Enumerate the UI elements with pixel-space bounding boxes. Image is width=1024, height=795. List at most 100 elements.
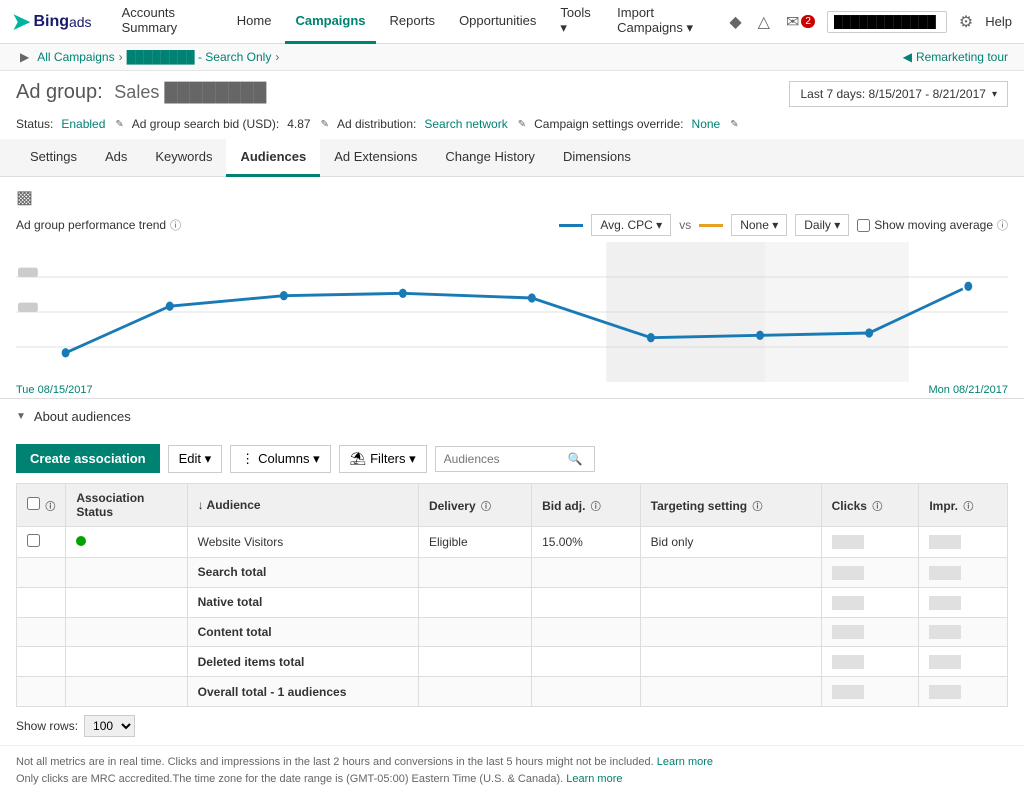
settings-override-value[interactable]: None: [692, 117, 721, 131]
breadcrumb-bar: ▶ All Campaigns › ████████ - Search Only…: [0, 44, 1024, 71]
table-row: Website Visitors Eligible 15.00% Bid onl…: [17, 527, 1008, 558]
date-picker[interactable]: Last 7 days: 8/15/2017 - 8/21/2017 ▾: [789, 81, 1008, 107]
filter-icon: ⛱: [350, 451, 367, 467]
row-status-cell: [66, 647, 187, 677]
th-clicks: Clicks ⓘ: [821, 484, 919, 527]
row-audience-cell[interactable]: Website Visitors: [187, 527, 418, 558]
about-chevron-icon: ▼: [16, 411, 26, 422]
row-targeting-cell: [640, 617, 821, 647]
metric2-button[interactable]: None ▾: [731, 214, 787, 236]
nav-item-reports[interactable]: Reports: [380, 0, 446, 44]
distribution-label: Ad distribution:: [337, 117, 416, 131]
status-value[interactable]: Enabled: [61, 117, 105, 131]
page-title-prefix: Ad group:: [16, 81, 103, 103]
tab-audiences[interactable]: Audiences: [226, 139, 320, 177]
status-dot-green: [76, 536, 86, 546]
tab-change-history[interactable]: Change History: [431, 139, 549, 177]
remarketing-icon: ◀: [903, 50, 912, 64]
nav-item-tools[interactable]: Tools ▾: [550, 0, 603, 44]
footer-learn-more-2[interactable]: Learn more: [566, 773, 622, 785]
expand-icon[interactable]: ▶: [20, 50, 29, 64]
nav-item-accounts-summary[interactable]: Accounts Summary: [112, 0, 223, 44]
row-bid-cell: [532, 677, 641, 707]
th-delivery-help[interactable]: ⓘ: [481, 502, 491, 513]
breadcrumb-sep2: ›: [275, 50, 279, 64]
edit-button[interactable]: Edit ▾: [168, 445, 223, 473]
breadcrumb-all-campaigns[interactable]: All Campaigns: [37, 50, 114, 64]
th-clicks-help[interactable]: ⓘ: [872, 502, 882, 513]
status-edit-icon[interactable]: ✎: [115, 119, 123, 130]
row-impr-cell: [919, 558, 1008, 588]
row-impr-cell: [919, 617, 1008, 647]
th-targeting-help[interactable]: ⓘ: [752, 502, 762, 513]
nav-search-input[interactable]: [827, 11, 947, 33]
th-bid-adj: Bid adj. ⓘ: [532, 484, 641, 527]
metric1-button[interactable]: Avg. CPC ▾: [591, 214, 671, 236]
chart-title: Ad group performance trend ⓘ: [16, 217, 181, 233]
moving-avg-help-icon[interactable]: ⓘ: [997, 217, 1008, 233]
th-impr: Impr. ⓘ: [919, 484, 1008, 527]
nav-item-campaigns[interactable]: Campaigns: [285, 0, 375, 44]
alert-icon[interactable]: △: [754, 8, 774, 36]
remarketing-tour[interactable]: ◀ Remarketing tour: [903, 50, 1008, 64]
about-audiences-section[interactable]: ▼ About audiences: [0, 398, 1024, 434]
columns-button[interactable]: ⋮ Columns ▾: [230, 445, 330, 473]
logo-product: ads: [69, 14, 92, 30]
nav-item-home[interactable]: Home: [227, 0, 282, 44]
footer-notes: Not all metrics are in real time. Clicks…: [0, 745, 1024, 795]
bell-icon[interactable]: ✉2: [782, 8, 819, 36]
footer-note-2: Only clicks are MRC accredited.The time …: [16, 773, 563, 785]
th-impr-help[interactable]: ⓘ: [963, 502, 973, 513]
th-help-assoc[interactable]: ⓘ: [45, 502, 55, 513]
page-title: Ad group: Sales ████████: [16, 81, 266, 104]
settings-edit-icon[interactable]: ✎: [730, 119, 738, 130]
settings-icon[interactable]: ⚙: [955, 8, 977, 36]
table-row: Native total: [17, 587, 1008, 617]
table-row: Content total: [17, 617, 1008, 647]
tab-ad-extensions[interactable]: Ad Extensions: [320, 139, 431, 177]
th-audience[interactable]: ↓ Audience: [187, 484, 418, 527]
tab-ads[interactable]: Ads: [91, 139, 141, 177]
th-bid-help[interactable]: ⓘ: [591, 502, 601, 513]
row-checkbox[interactable]: [27, 534, 40, 547]
row-status-cell: [66, 587, 187, 617]
table-row: Overall total - 1 audiences: [17, 677, 1008, 707]
create-association-button[interactable]: Create association: [16, 444, 160, 473]
chart-controls: Avg. CPC ▾ vs None ▾ Daily ▾ Show moving…: [559, 214, 1008, 236]
row-targeting-cell: Bid only: [640, 527, 821, 558]
nav-item-opportunities[interactable]: Opportunities: [449, 0, 546, 44]
row-audience-cell: Content total: [187, 617, 418, 647]
select-all-checkbox[interactable]: [27, 497, 40, 510]
footer-learn-more-1[interactable]: Learn more: [657, 756, 713, 768]
row-status-cell: [66, 527, 187, 558]
table-row: Deleted items total: [17, 647, 1008, 677]
tab-settings[interactable]: Settings: [16, 139, 91, 177]
rows-per-page-select[interactable]: 100 50 25: [84, 715, 135, 737]
audiences-search-input[interactable]: [444, 452, 564, 466]
nav-item-import[interactable]: Import Campaigns ▾: [607, 0, 721, 44]
chart-help-icon[interactable]: ⓘ: [170, 217, 181, 233]
row-bid-cell: [532, 617, 641, 647]
row-checkbox-cell: [17, 647, 66, 677]
distribution-value[interactable]: Search network: [424, 117, 507, 131]
page-title-name: Sales ████████: [114, 82, 266, 102]
logo[interactable]: ➤ Bing ads: [12, 9, 92, 35]
th-checkbox: ⓘ: [17, 484, 66, 527]
legend-line-1: [559, 224, 583, 227]
moving-avg-checkbox[interactable]: [857, 219, 870, 232]
row-clicks-cell: [821, 617, 919, 647]
bid-edit-icon[interactable]: ✎: [321, 119, 329, 130]
tab-keywords[interactable]: Keywords: [141, 139, 226, 177]
filters-button[interactable]: ⛱ Filters ▾: [339, 445, 427, 473]
audiences-table: ⓘ AssociationStatus ↓ Audience Delivery …: [16, 483, 1008, 707]
distribution-edit-icon[interactable]: ✎: [518, 119, 526, 130]
chart-section: ▩ Ad group performance trend ⓘ Avg. CPC …: [0, 177, 1024, 398]
tab-dimensions[interactable]: Dimensions: [549, 139, 645, 177]
breadcrumb-account[interactable]: ████████ - Search Only: [127, 50, 272, 64]
moving-avg-checkbox-label[interactable]: Show moving average ⓘ: [857, 217, 1008, 233]
globe-icon[interactable]: ◆: [725, 8, 745, 36]
date-picker-arrow: ▾: [992, 89, 997, 100]
row-delivery-cell: [418, 587, 531, 617]
granularity-button[interactable]: Daily ▾: [795, 214, 849, 236]
help-link[interactable]: Help: [985, 14, 1012, 29]
